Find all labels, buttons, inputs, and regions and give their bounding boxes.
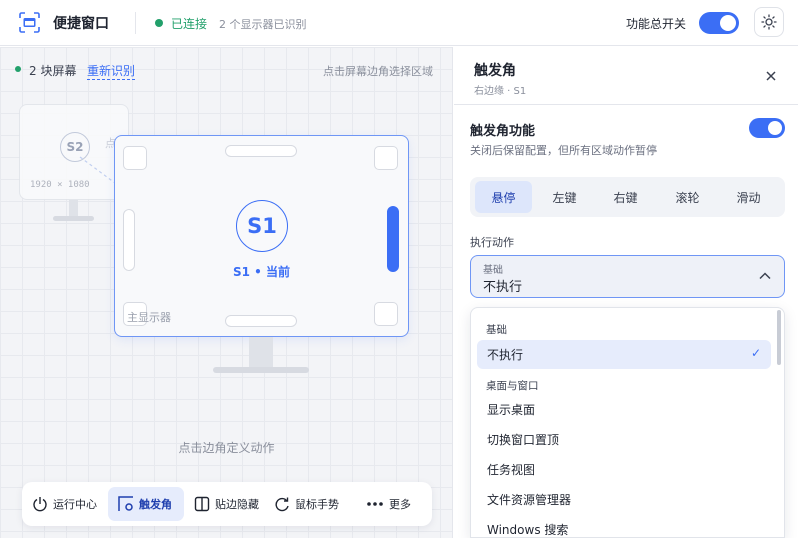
master-switch-toggle[interactable]: [699, 12, 739, 34]
panel-subtitle: 右边缘 · S1: [474, 86, 527, 97]
dock-item-more[interactable]: 更多: [362, 487, 422, 521]
dropdown-item-file-explorer[interactable]: 文件资源管理器: [477, 485, 771, 514]
secondary-monitor[interactable]: S2 点 1920 × 1080: [19, 104, 129, 200]
corner-top-left[interactable]: [123, 146, 147, 170]
panel-title: 触发角: [474, 63, 516, 79]
secondary-monitor-base: [53, 216, 94, 221]
primary-monitor-sub-label: 主显示器: [127, 311, 171, 324]
feature-description: 关闭后保留配置，但所有区域动作暂停: [470, 144, 657, 157]
redetect-link[interactable]: 重新识别: [87, 62, 136, 80]
split-panel-icon: [194, 496, 210, 512]
title-divider: [135, 12, 136, 34]
connection-status: 已连接: [171, 17, 208, 31]
dock-item-label: 贴边隐藏: [215, 498, 259, 511]
canvas-hint-bottom: 点击边角定义动作: [178, 441, 275, 455]
dropdown-group-basic: 基础: [486, 324, 507, 336]
select-value: 不执行: [483, 280, 523, 295]
dropdown-item-label: 显示桌面: [487, 403, 536, 417]
monitor-canvas: 2 块屏幕 重新识别 点击屏幕边角选择区域 S2 点 1920 × 1080 S…: [0, 47, 453, 538]
theme-toggle-button[interactable]: [754, 7, 784, 37]
secondary-monitor-resolution: 1920 × 1080: [30, 180, 90, 190]
dropdown-item-toggle-topmost[interactable]: 切换窗口置顶: [477, 425, 771, 454]
dropdown-item-show-desktop[interactable]: 显示桌面: [477, 395, 771, 424]
dock-item-label: 鼠标手势: [295, 498, 339, 511]
edge-top[interactable]: [225, 145, 297, 157]
primary-monitor-stand: [249, 337, 273, 369]
canvas-hint-top: 点击屏幕边角选择区域: [323, 65, 433, 78]
dock-item-label: 运行中心: [53, 498, 97, 511]
dropdown-group-desktop: 桌面与窗口: [486, 380, 539, 392]
power-icon: [32, 496, 48, 512]
gesture-icon: [274, 496, 290, 512]
dock-item-trigger-corner[interactable]: 触发角: [108, 487, 184, 521]
connection-status-dot: [155, 19, 163, 27]
screens-status-dot: [15, 66, 21, 72]
tab-swipe[interactable]: 滑动: [720, 181, 777, 213]
action-label: 执行动作: [470, 236, 514, 249]
primary-monitor-label: S1 • 当前: [232, 265, 291, 279]
secondary-monitor-stand: [69, 200, 78, 216]
tab-wheel[interactable]: 滚轮: [659, 181, 716, 213]
tab-hover[interactable]: 悬停: [475, 181, 532, 213]
check-icon: ✓: [750, 346, 761, 360]
tab-right-click[interactable]: 右键: [597, 181, 654, 213]
more-dots-icon: [366, 496, 384, 512]
dropdown-item-label: 不执行: [487, 348, 524, 362]
settings-panel: 触发角 右边缘 · S1 触发角功能 关闭后保留配置，但所有区域动作暂停 悬停 …: [454, 47, 798, 538]
action-dropdown: 基础 不执行 ✓ 桌面与窗口 显示桌面 切换窗口置顶 任务视图 文件资源管理器 …: [470, 307, 785, 538]
panel-header: 触发角 右边缘 · S1: [454, 47, 798, 105]
dropdown-item-task-view[interactable]: 任务视图: [477, 455, 771, 484]
app-window-icon: [19, 12, 40, 33]
dock-item-mouse-gesture[interactable]: 鼠标手势: [272, 487, 344, 521]
title-bar: 便捷窗口 已连接 2 个显示器已识别 功能总开关: [0, 0, 798, 46]
dropdown-item-label: 文件资源管理器: [487, 493, 572, 507]
tab-left-click[interactable]: 左键: [536, 181, 593, 213]
edge-left[interactable]: [123, 209, 135, 271]
corner-bottom-right[interactable]: [374, 302, 398, 326]
corner-icon: [118, 496, 134, 512]
dropdown-item-label: 切换窗口置顶: [487, 433, 560, 447]
monitor-count: 2 个显示器已识别: [219, 18, 307, 31]
select-group-label: 基础: [483, 265, 503, 276]
primary-monitor-base: [213, 367, 309, 373]
sun-icon: [761, 14, 777, 30]
bottom-toolbar: 运行中心 触发角 贴边隐藏 鼠标手势 更多: [22, 482, 432, 526]
dropdown-item-label: 任务视图: [487, 463, 536, 477]
dropdown-item-windows-search[interactable]: Windows 搜索: [477, 515, 771, 537]
primary-monitor[interactable]: S1 S1 • 当前 主显示器: [114, 135, 409, 337]
primary-monitor-badge: S1: [236, 200, 288, 252]
feature-title: 触发角功能: [470, 124, 536, 139]
dropdown-item-none[interactable]: 不执行 ✓: [477, 340, 771, 369]
chevron-up-icon: [759, 272, 771, 280]
dock-item-edge-hide[interactable]: 贴边隐藏: [192, 487, 264, 521]
dock-item-run-center[interactable]: 运行中心: [30, 487, 102, 521]
trigger-type-tabs: 悬停 左键 右键 滚轮 滑动: [470, 177, 785, 217]
app-title: 便捷窗口: [53, 16, 109, 32]
feature-toggle[interactable]: [749, 118, 785, 138]
edge-bottom[interactable]: [225, 315, 297, 327]
action-select[interactable]: 基础 不执行: [470, 255, 785, 298]
screens-count: 2 块屏幕: [29, 64, 77, 78]
corner-top-right[interactable]: [374, 146, 398, 170]
master-switch-label: 功能总开关: [626, 17, 687, 31]
close-icon[interactable]: [764, 69, 778, 83]
dropdown-item-label: Windows 搜索: [487, 523, 569, 537]
dropdown-scrollbar[interactable]: [777, 310, 781, 365]
dock-item-label: 触发角: [139, 498, 172, 511]
dock-item-label: 更多: [389, 498, 411, 511]
